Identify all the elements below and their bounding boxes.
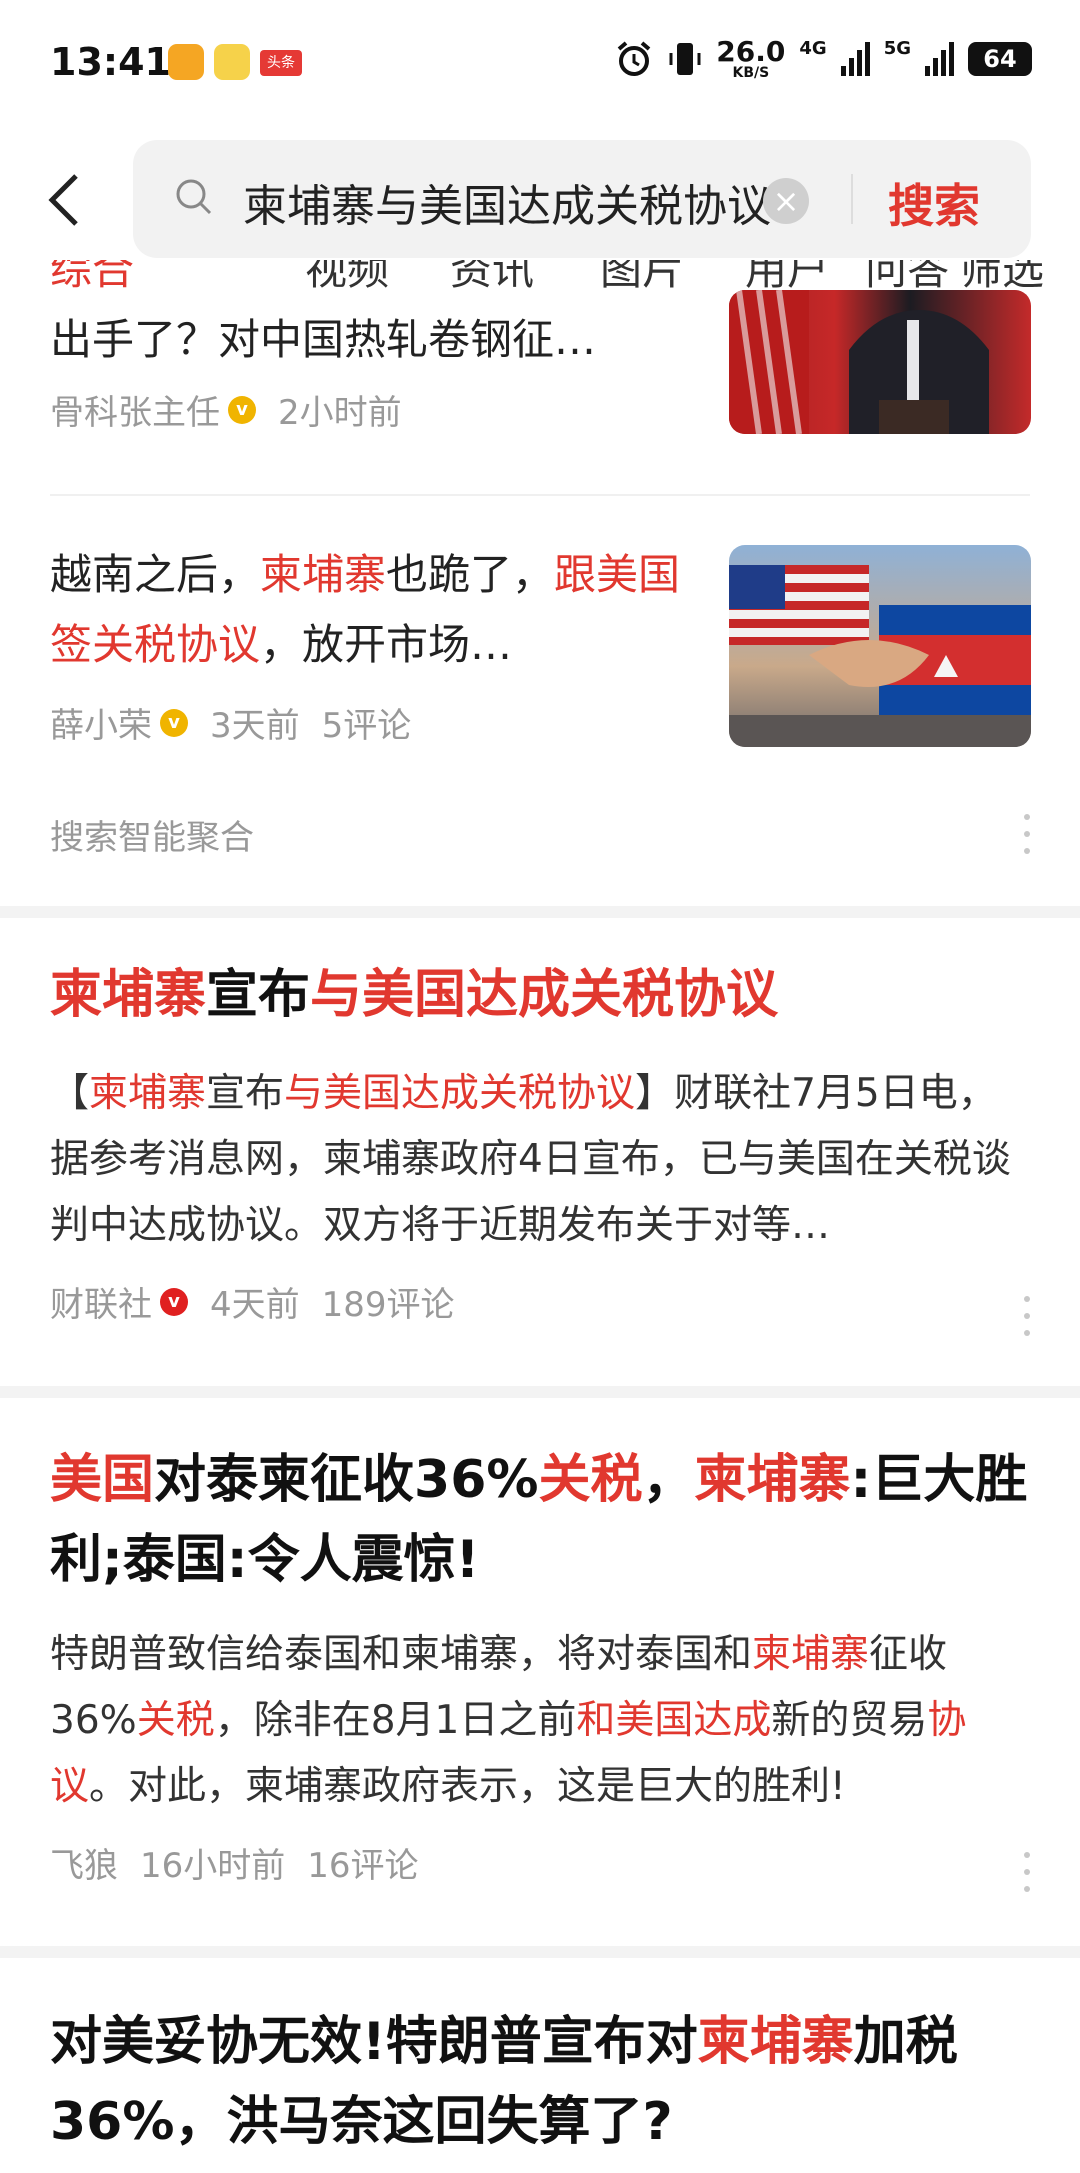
comment-count: 5评论	[321, 706, 412, 746]
section-separator	[0, 1946, 1080, 1958]
more-options-icon[interactable]	[1024, 1296, 1032, 1336]
article-card[interactable]: 柬埔寨宣布与美国达成关税协议 【柬埔寨宣布与美国达成关税协议】财联社7月5日电，…	[50, 955, 1030, 1326]
vibrate-icon	[669, 43, 701, 75]
tab-qa[interactable]: 问答	[865, 260, 949, 290]
tab-users[interactable]: 用户	[745, 260, 829, 290]
item-meta: 飞狼 16小时前 16评论	[50, 1838, 1030, 1887]
section-separator	[0, 906, 1080, 918]
article-title: 对美妥协无效!特朗普宣布对柬埔寨加税36%，洪马奈这回失算了?	[50, 2002, 1030, 2162]
text-segment: 对美妥协无效!特朗普宣布对	[50, 2012, 698, 2072]
search-button[interactable]: 搜索	[888, 170, 980, 236]
comment-count: 189评论	[321, 1285, 455, 1325]
time: 16小时前	[140, 1846, 286, 1886]
highlighted-keyword: 美国	[50, 1450, 155, 1510]
thumbnail-image[interactable]	[729, 290, 1031, 434]
network-speed: 26.0 KB/S	[716, 35, 786, 81]
text-segment: 宣布	[206, 1071, 285, 1116]
search-icon	[176, 179, 212, 215]
toutiao-notification-icon: 头条	[260, 50, 302, 76]
author: 骨科张主任	[50, 393, 220, 433]
search-header: 柬埔寨与美国达成关税协议 × 搜索	[0, 130, 1080, 260]
author: 飞狼	[50, 1846, 118, 1886]
highlighted-keyword: 柬埔寨	[260, 550, 387, 599]
text-segment: 宣布	[206, 965, 311, 1025]
thumbnail-image[interactable]	[729, 545, 1031, 747]
podium-speaker-image	[729, 290, 989, 434]
divider	[50, 494, 1030, 496]
text-segment: 新的贸易	[771, 1698, 928, 1743]
tab-news[interactable]: 资讯	[450, 260, 534, 290]
alarm-icon	[617, 41, 651, 76]
article-title: 美国对泰柬征收36%关税，柬埔寨:巨大胜利;泰国:令人震惊!	[50, 1440, 1030, 1600]
article-card[interactable]: 对美妥协无效!特朗普宣布对柬埔寨加税36%，洪马奈这回失算了?	[50, 2002, 1030, 2162]
highlighted-keyword: 柬埔寨	[89, 1071, 207, 1116]
article-summary: 特朗普致信给泰国和柬埔寨，将对泰国和柬埔寨征收36%关税，除非在8月1日之前和美…	[50, 1622, 1030, 1820]
signal-icon-2	[925, 42, 954, 76]
network-type-1: 4G	[799, 38, 827, 59]
highlighted-keyword: 与美国达成关税协议	[284, 1071, 636, 1116]
verified-badge-icon: v	[160, 1287, 188, 1316]
item-meta: 骨科张主任 v 2小时前	[50, 385, 700, 434]
item-title: 出手了？对中国热轧卷钢征…	[50, 315, 597, 364]
item-meta: 薛小荣 v 3天前 5评论	[50, 698, 690, 747]
signal-icon-1	[840, 42, 870, 76]
back-button[interactable]	[44, 172, 84, 226]
item-title: 越南之后，柬埔寨也跪了，跟美国签关税协议，放开市场…	[50, 540, 690, 680]
text-segment: 特朗普致信给泰国和柬埔寨，将对泰国和	[50, 1632, 753, 1677]
section-separator	[0, 1386, 1080, 1398]
highlighted-keyword: 与美国达成关税协议	[310, 965, 779, 1025]
time: 3天前	[210, 706, 300, 746]
close-icon: ×	[772, 182, 800, 220]
text-segment: 越南之后，	[50, 550, 261, 599]
text-segment: ，放开市场…	[260, 620, 513, 669]
text-segment: ，除非在8月1日之前	[214, 1698, 577, 1743]
time: 4天前	[210, 1285, 300, 1325]
battery-icon: 64	[968, 42, 1032, 76]
article-summary: 【柬埔寨宣布与美国达成关税协议】财联社7月5日电，据参考消息网，柬埔寨政府4日宣…	[50, 1061, 1030, 1259]
list-item[interactable]: 越南之后，柬埔寨也跪了，跟美国签关税协议，放开市场… 薛小荣 v 3天前 5评论	[50, 540, 690, 747]
comment-count: 16评论	[307, 1846, 419, 1886]
text-segment: 。对此，柬埔寨政府表示，这是巨大的胜利!	[89, 1764, 846, 1809]
app-notification-icon	[168, 44, 204, 80]
divider	[851, 174, 853, 224]
highlighted-keyword: 和美国达成	[576, 1698, 772, 1743]
author: 薛小荣	[50, 706, 152, 746]
text-segment: 也跪了，	[386, 550, 555, 599]
time: 2小时前	[278, 393, 402, 433]
aggregate-label: 搜索智能聚合	[50, 818, 254, 858]
highlighted-keyword: 关税	[538, 1450, 643, 1510]
status-bar: 13:41 头条 26.0 KB/S 4G 5G 64	[0, 0, 1080, 130]
aggregate-section[interactable]: 搜索智能聚合	[50, 810, 1030, 859]
chevron-left-icon	[48, 174, 78, 226]
more-options-icon[interactable]	[1024, 814, 1032, 854]
author: 财联社	[50, 1285, 152, 1325]
highlighted-keyword: 柬埔寨	[50, 965, 207, 1025]
verified-badge-icon: v	[160, 708, 188, 737]
weibo-notification-icon	[214, 44, 250, 80]
item-meta: 财联社 v 4天前 189评论	[50, 1277, 1030, 1326]
highlighted-keyword: 关税	[136, 1698, 215, 1743]
verified-badge-icon: v	[228, 395, 256, 424]
text-segment: 对泰柬征收36%	[154, 1450, 539, 1510]
tab-bar: 综合 视频 资讯 图片 用户 问答 筛选	[0, 260, 1080, 290]
search-box[interactable]: 柬埔寨与美国达成关税协议 × 搜索	[133, 140, 1031, 258]
more-options-icon[interactable]	[1024, 1852, 1032, 1892]
flags-handshake-image	[729, 565, 1031, 747]
highlighted-keyword: 柬埔寨	[752, 1632, 870, 1677]
text-segment: 【	[50, 1071, 90, 1116]
article-title: 柬埔寨宣布与美国达成关税协议	[50, 955, 1030, 1035]
tab-video[interactable]: 视频	[305, 260, 389, 290]
tab-filter[interactable]: 筛选	[960, 260, 1044, 290]
network-type-2: 5G	[883, 38, 911, 59]
clear-button[interactable]: ×	[763, 178, 809, 224]
tab-综合[interactable]: 综合	[50, 260, 134, 290]
tab-images[interactable]: 图片	[600, 260, 684, 290]
clock: 13:41	[50, 40, 171, 84]
highlighted-keyword: 柬埔寨	[697, 2012, 854, 2072]
highlighted-keyword: 柬埔寨	[694, 1450, 851, 1510]
list-item[interactable]: 出手了？对中国热轧卷钢征… 骨科张主任 v 2小时前	[50, 305, 700, 434]
text-segment: ，	[642, 1450, 695, 1510]
article-card[interactable]: 美国对泰柬征收36%关税，柬埔寨:巨大胜利;泰国:令人震惊! 特朗普致信给泰国和…	[50, 1440, 1030, 1887]
